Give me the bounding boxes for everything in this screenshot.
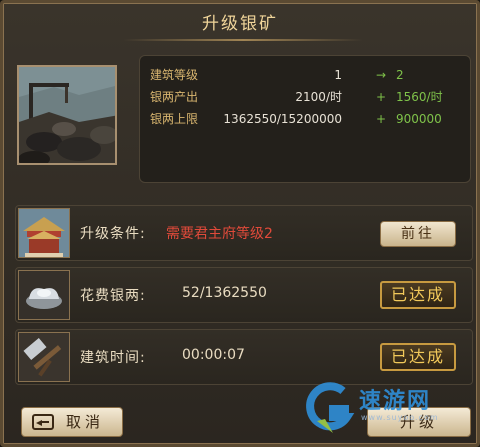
- arrow-right-icon: →: [376, 68, 387, 82]
- info-current: 1: [334, 68, 342, 82]
- info-label: 银两上限: [150, 112, 199, 126]
- condition-label: 建筑时间:: [80, 350, 146, 366]
- silver-mine-image: [17, 65, 117, 165]
- achieved-badge: 已达成: [380, 281, 456, 309]
- building-info-panel: 建筑等级 1 → 2 银两产出 2100/时 + 1560/时 银两上限 136…: [139, 55, 471, 183]
- info-row-level: 建筑等级 1 → 2: [150, 64, 462, 86]
- palace-icon: [18, 208, 70, 258]
- achieved-badge: 已达成: [380, 343, 456, 371]
- title-divider: [123, 39, 363, 41]
- back-arrow-icon: [32, 414, 54, 430]
- plus-icon: +: [376, 90, 387, 104]
- condition-row-time: 建筑时间: 00:00:07 已达成: [15, 329, 473, 385]
- watermark-g-icon: [306, 382, 355, 433]
- upgrade-dialog: 升级银矿 建筑等级 1 → 2 银两产出 2100/时 + 1560/时 银两上…: [0, 0, 480, 447]
- go-button[interactable]: 前往: [380, 221, 456, 247]
- info-row-output: 银两产出 2100/时 + 1560/时: [150, 86, 462, 108]
- info-next: 900000: [396, 112, 442, 126]
- info-next: 1560/时: [396, 90, 443, 104]
- cancel-button[interactable]: 取消: [21, 407, 123, 437]
- condition-label: 升级条件:: [80, 226, 146, 242]
- condition-row-requirement: 升级条件: 需要君主府等级2 前往: [15, 205, 473, 261]
- silver-ingot-icon: [18, 270, 70, 320]
- hammer-icon: [18, 332, 70, 382]
- upgrade-button[interactable]: 升级: [367, 407, 471, 437]
- mine-scene-icon: [19, 67, 115, 163]
- dialog-title: 升级银矿: [202, 14, 278, 34]
- info-label: 银两产出: [150, 90, 199, 104]
- condition-value: 00:00:07: [182, 347, 245, 363]
- info-row-capacity: 银两上限 1362550/15200000 + 900000: [150, 108, 462, 130]
- info-next: 2: [396, 68, 404, 82]
- condition-value: 52/1362550: [182, 285, 267, 301]
- condition-value: 需要君主府等级2: [166, 226, 273, 242]
- condition-label: 花费银两:: [80, 288, 146, 304]
- condition-row-silver: 花费银两: 52/1362550 已达成: [15, 267, 473, 323]
- plus-icon: +: [376, 112, 387, 126]
- info-current: 1362550/15200000: [223, 112, 342, 126]
- info-label: 建筑等级: [150, 68, 199, 82]
- info-current: 2100/时: [295, 90, 342, 104]
- cancel-label: 取消: [66, 413, 105, 431]
